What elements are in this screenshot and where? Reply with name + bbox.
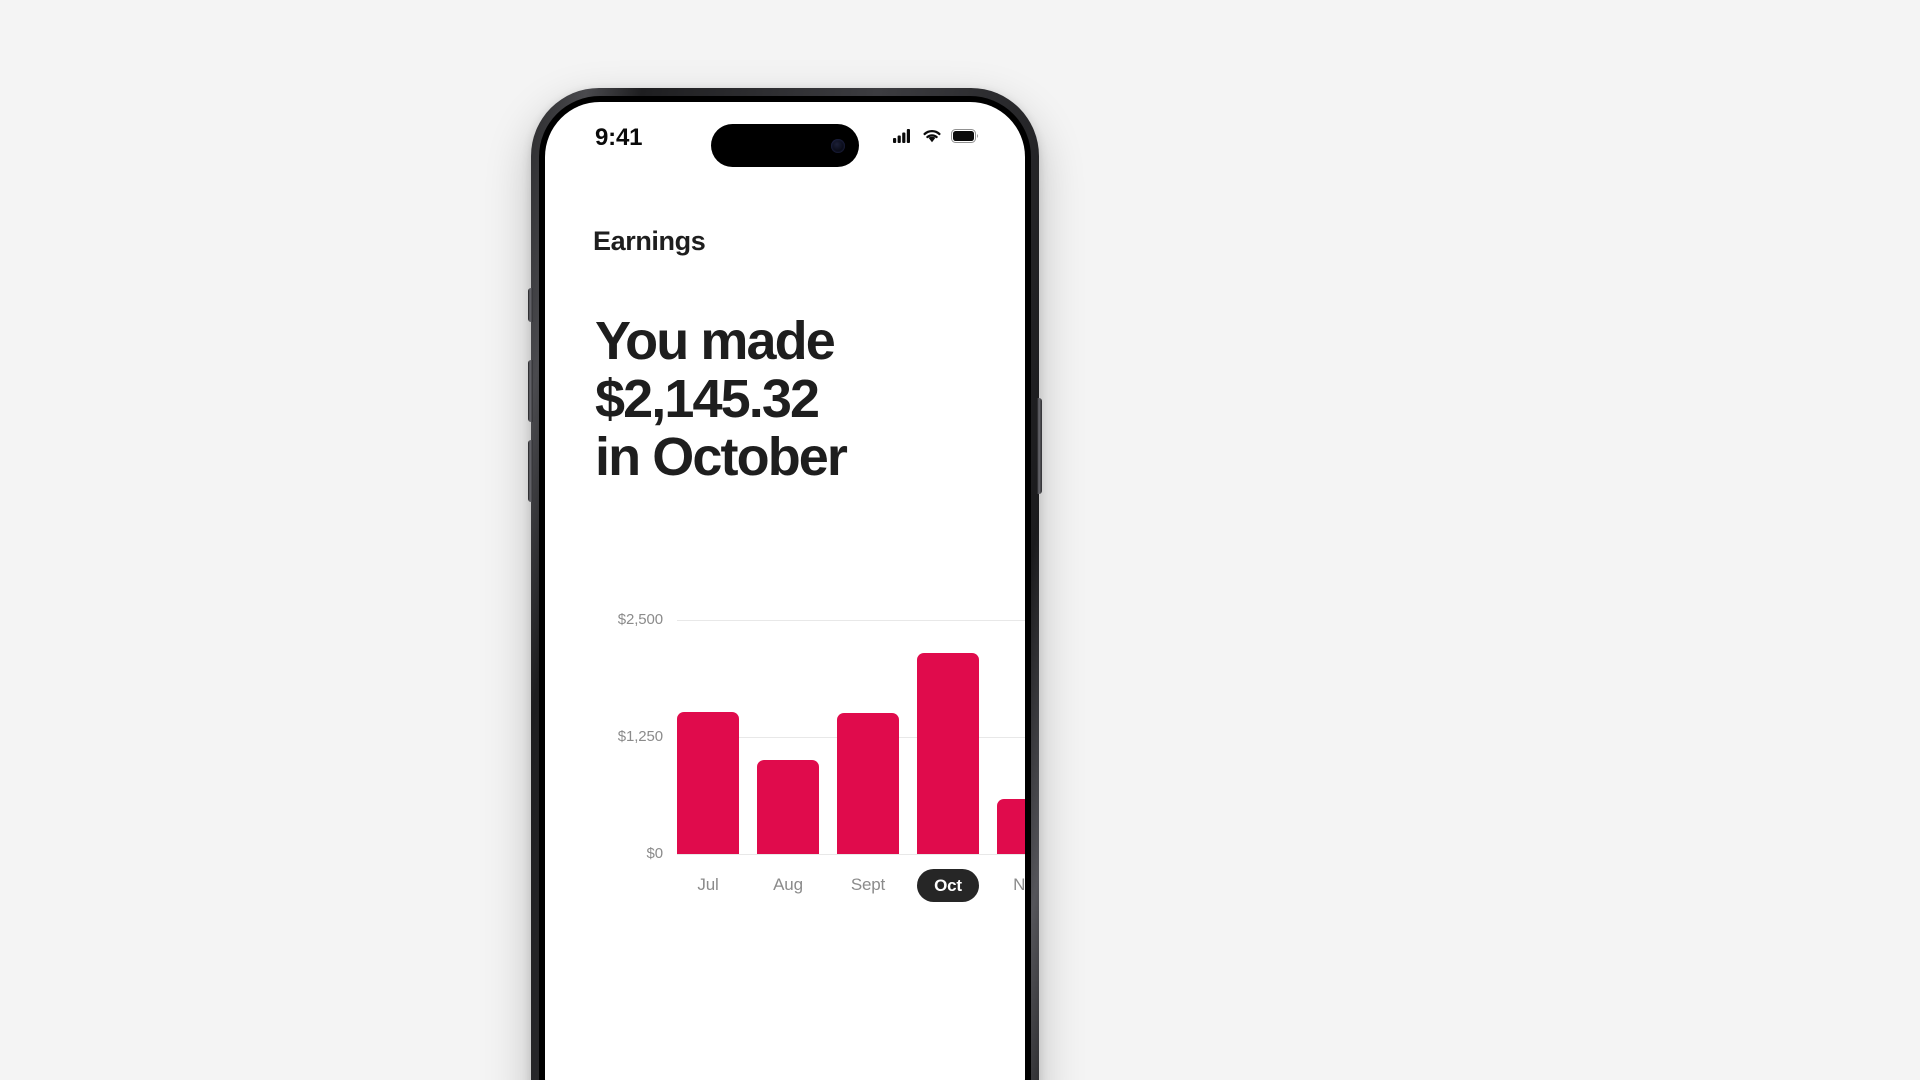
front-camera-icon <box>831 138 845 153</box>
app-content: Earnings You made $2,145.32 in October $… <box>545 168 1025 1080</box>
gridline <box>677 854 1025 855</box>
phone-frame: 9:41 Earnings You made $2,145.32 in Octo… <box>528 88 1042 1080</box>
bar-column[interactable] <box>837 620 899 854</box>
volume-down-button[interactable] <box>528 440 533 502</box>
month-label-nov[interactable]: Nov <box>997 875 1025 895</box>
month-label-jul[interactable]: Jul <box>677 875 739 895</box>
battery-icon <box>951 128 979 148</box>
status-bar-time: 9:41 <box>595 124 643 151</box>
bar-column[interactable] <box>757 620 819 854</box>
earnings-bar[interactable] <box>757 760 819 854</box>
earnings-headline: You made $2,145.32 in October <box>595 311 1025 487</box>
y-axis-label-2500: $2,500 <box>617 611 663 628</box>
cellular-signal-icon <box>893 128 913 148</box>
month-label-aug[interactable]: Aug <box>757 875 819 895</box>
month-label-oct[interactable]: Oct <box>917 868 979 902</box>
y-axis-label-1250: $1,250 <box>617 728 663 745</box>
bar-column[interactable] <box>677 620 739 854</box>
bar-column[interactable] <box>917 620 979 854</box>
bar-column[interactable] <box>997 620 1025 854</box>
earnings-amount: $2,145.32 <box>595 368 820 429</box>
headline-line-3: in October <box>595 426 848 487</box>
phone-screen: 9:41 Earnings You made $2,145.32 in Octo… <box>545 102 1025 1080</box>
earnings-bar[interactable] <box>917 653 979 854</box>
month-label-sept[interactable]: Sept <box>837 875 899 895</box>
earnings-bar[interactable] <box>677 711 739 854</box>
status-bar-icons <box>893 128 979 148</box>
bar-group <box>677 620 1025 854</box>
dynamic-island <box>711 124 859 167</box>
page-title: Earnings <box>593 226 706 256</box>
headline-line-1: You made <box>595 311 836 371</box>
y-axis-label-0: $0 <box>646 845 664 862</box>
gridline-0: $0 <box>591 845 1025 862</box>
wifi-icon <box>922 128 942 148</box>
earnings-bar-chart: $2,500 $1,250 $0 JulAugSeptOctNovDecJa <box>545 611 1025 910</box>
earnings-bar[interactable] <box>837 712 899 854</box>
silent-switch[interactable] <box>528 288 533 322</box>
earnings-bar[interactable] <box>997 798 1025 854</box>
power-button[interactable] <box>1037 398 1042 494</box>
phone-bezel: 9:41 Earnings You made $2,145.32 in Octo… <box>539 96 1031 1080</box>
month-label-group: JulAugSeptOctNovDecJa <box>677 860 1025 910</box>
volume-up-button[interactable] <box>528 360 533 422</box>
